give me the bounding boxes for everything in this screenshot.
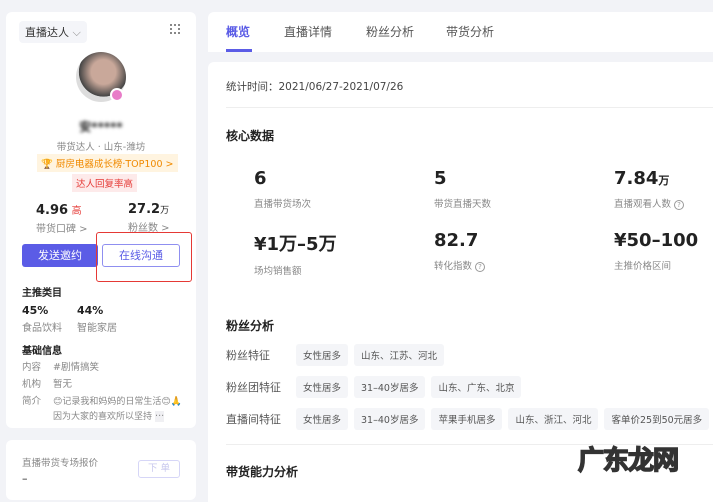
intro-line2: 因为大家的喜欢所以坚持 (53, 412, 153, 422)
info-value: 😊记录我和妈妈的日常生活😊🙏 (53, 397, 182, 407)
basic-info-list: 内容 #剧情搞笑 机构 暂无 简介 😊记录我和妈妈的日常生活😊🙏 因为大家的喜欢所以坚… (22, 359, 182, 423)
tab-bar: 概览 直播详情 粉丝分析 带货分析 (208, 12, 713, 52)
order-button[interactable]: 下 单 (138, 460, 180, 478)
metric-label: 带货直播天数 (434, 199, 492, 210)
row-label: 粉丝团特征 (226, 381, 281, 394)
metric-live-days: 5 带货直播天数 (434, 168, 491, 210)
send-invite-button[interactable]: 发送邀约 (22, 244, 98, 267)
basic-info-row: 机构 暂无 (22, 376, 182, 393)
rank-badge[interactable]: 🏆 厨房电器成长榜·TOP100 > (37, 154, 178, 172)
category-item: 45% 食品饮料 (22, 304, 62, 334)
rank-badge-label: 厨房电器成长榜·TOP100 > (55, 159, 174, 170)
metric-conversion: 82.7 转化指数? (434, 230, 486, 272)
tag: 女性居多 (296, 376, 349, 398)
core-title: 核心数据 (226, 129, 275, 143)
category-pct: 44% (77, 304, 104, 317)
highlight-box (96, 232, 192, 282)
quote-value: – (22, 472, 28, 485)
tag: 31–40岁居多 (354, 376, 426, 398)
fans-title: 粉丝分析 (226, 319, 275, 333)
creator-subtitle: 带货达人 · 山东-潍坊 (56, 142, 146, 153)
category-title: 主推类目 (22, 288, 62, 299)
info-value: 暂无 (53, 379, 73, 390)
basic-info-row: 内容 #剧情搞笑 (22, 359, 182, 376)
stat-fans[interactable]: 27.2万 粉丝数 > (128, 202, 170, 234)
reputation-label: 带货口碑 > (36, 224, 88, 235)
tag: 女性居多 (296, 344, 349, 366)
live-room-feature-row: 直播间特征 女性居多 31–40岁居多 苹果手机居多 山东、浙江、河北 客单价25到50元… (226, 408, 713, 430)
role-select[interactable]: 直播达人 ⌵ (19, 21, 87, 43)
tag: 山东、浙江、河北 (508, 408, 599, 430)
basic-info-row: 简介 😊记录我和妈妈的日常生活😊🙏 (22, 393, 182, 411)
live-badge-icon (110, 88, 124, 102)
reputation-level: 高 (71, 206, 82, 217)
category-name: 智能家居 (77, 323, 117, 334)
fan-feature-row: 粉丝特征 女性居多 山东、江苏、河北 (226, 344, 450, 366)
row-label: 直播间特征 (226, 413, 281, 426)
reply-badge: 达人回复率高 (72, 174, 138, 192)
overview-panel: 统计时间：2021/06/27-2021/07/26 核心数据 6 直播带货场次 … (208, 62, 713, 502)
fans-value: 27.2 (128, 202, 161, 217)
metric-label: 直播观看人数 (614, 199, 672, 210)
quote-card: 直播带货专场报价 – 下 单 (6, 440, 196, 500)
metric-value: 6 (254, 168, 267, 189)
tag: 31–40岁居多 (354, 408, 426, 430)
reputation-value: 4.96 (36, 203, 69, 218)
info-key: 机构 (22, 379, 42, 390)
quote-title: 直播带货专场报价 (22, 458, 99, 469)
stat-reputation[interactable]: 4.96 高 带货口碑 > (36, 202, 88, 235)
metric-value: ¥50–100 (614, 230, 699, 251)
active-tab-indicator (226, 49, 252, 52)
metric-price-range: ¥50–100 主推价格区间 (614, 230, 698, 272)
metric-unit: 万 (658, 174, 670, 187)
info-key: 内容 (22, 362, 42, 373)
metric-value: ¥1万–5万 (254, 234, 337, 255)
metric-live-sessions: 6 直播带货场次 (254, 168, 311, 210)
fans-unit: 万 (160, 206, 170, 216)
help-icon[interactable]: ? (674, 200, 685, 210)
metric-value: 5 (434, 168, 447, 189)
metric-value: 82.7 (434, 230, 479, 251)
tab-fans-analysis[interactable]: 粉丝分析 (366, 23, 414, 40)
fan-group-feature-row: 粉丝团特征 女性居多 31–40岁居多 山东、广东、北京 (226, 376, 527, 398)
tag: 客单价25到50元居多 (604, 408, 710, 430)
watermark: 广东龙网 (577, 445, 680, 477)
basic-info-title: 基础信息 (22, 346, 62, 357)
category-item: 44% 智能家居 (77, 304, 117, 334)
profile-card: 直播达人 ⌵ 安***** 带货达人 · 山东-潍坊 🏆 厨房电器成长榜·TOP… (6, 12, 196, 428)
tag: 山东、江苏、河北 (354, 344, 445, 366)
category-name: 食品饮料 (22, 323, 62, 334)
tag: 女性居多 (296, 408, 349, 430)
tab-sales-analysis[interactable]: 带货分析 (446, 23, 494, 40)
metric-label: 转化指数 (434, 261, 473, 272)
more-button[interactable]: ··· (155, 411, 165, 422)
info-key: 简介 (22, 396, 42, 407)
grid-icon[interactable] (170, 24, 180, 34)
tab-overview[interactable]: 概览 (226, 23, 250, 40)
tab-live-detail[interactable]: 直播详情 (284, 23, 332, 40)
help-icon[interactable]: ? (475, 262, 486, 272)
category-pct: 45% (22, 304, 49, 317)
metric-avg-sales: ¥1万–5万场均销售额 (254, 230, 337, 277)
creator-name: 安***** (79, 120, 123, 134)
tag: 苹果手机居多 (431, 408, 503, 430)
metric-label: 直播带货场次 (254, 199, 312, 210)
metric-label: 场均销售额 (254, 266, 302, 277)
divider (226, 107, 713, 108)
ability-title: 带货能力分析 (226, 465, 299, 479)
metric-viewers: 7.84万直播观看人数? (614, 168, 685, 210)
chevron-down-icon: ⌵ (72, 26, 81, 39)
info-value: #剧情搞笑 (53, 362, 99, 373)
metric-label: 主推价格区间 (614, 261, 672, 272)
row-label: 粉丝特征 (226, 349, 270, 362)
role-select-label: 直播达人 (25, 26, 69, 39)
metric-value: 7.84 (614, 168, 659, 189)
stat-time: 统计时间：2021/06/27-2021/07/26 (226, 81, 404, 93)
tag: 山东、广东、北京 (431, 376, 522, 398)
